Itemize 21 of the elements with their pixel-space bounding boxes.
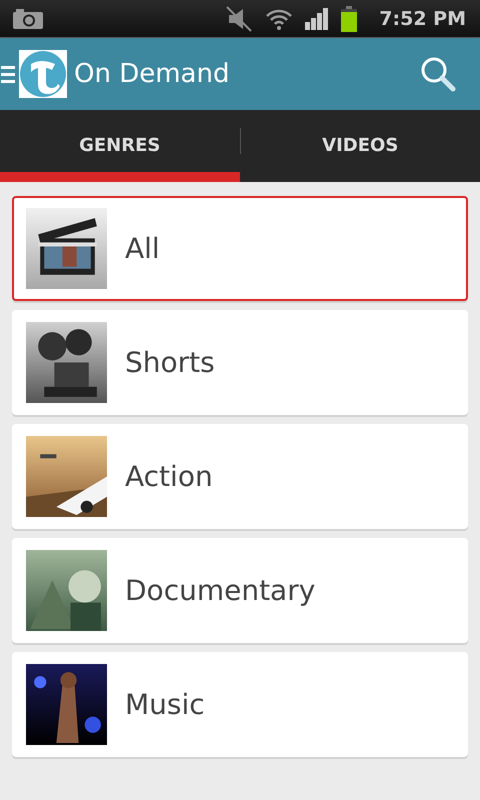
screen-title: On Demand [74, 59, 230, 89]
battery-icon [341, 6, 358, 32]
genre-label: Music [125, 688, 205, 721]
genre-label: Shorts [125, 346, 215, 379]
clock: 7:52 PM [379, 8, 466, 30]
camera-icon [12, 8, 44, 30]
genre-label: Documentary [125, 574, 316, 607]
genre-label: All [125, 232, 160, 265]
genre-label: Action [125, 460, 213, 493]
tab[interactable]: GENRES [0, 110, 240, 182]
genre-card[interactable]: Documentary [12, 538, 468, 643]
menu-icon[interactable] [1, 64, 15, 84]
signal-icon [305, 8, 330, 30]
muted-speaker-icon [225, 4, 254, 32]
search-icon[interactable] [420, 56, 456, 92]
app-logo[interactable] [19, 50, 67, 98]
tab[interactable]: VIDEOS [240, 110, 480, 182]
genre-card[interactable]: Shorts [12, 310, 468, 415]
genre-card[interactable]: All [12, 196, 468, 301]
genre-card[interactable]: Music [12, 652, 468, 757]
genre-card[interactable]: Action [12, 424, 468, 529]
